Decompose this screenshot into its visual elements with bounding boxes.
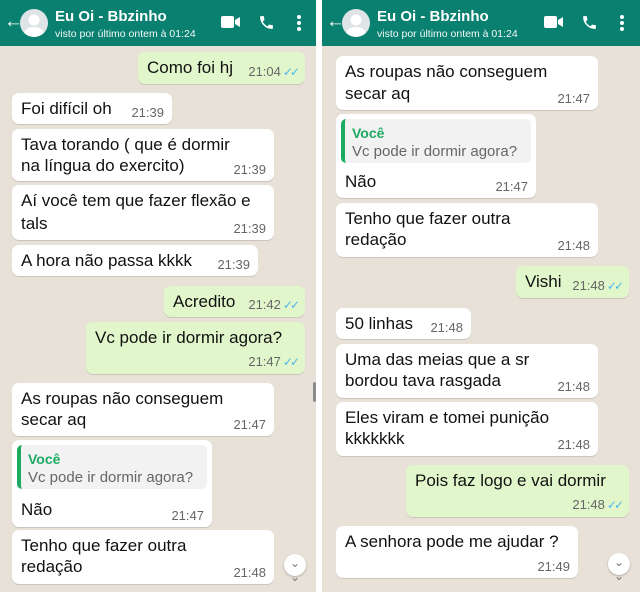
message-text: Como foi hj [147,58,233,77]
last-seen-status: visto por último ontem à 01:24 [377,28,518,40]
message-text: A hora não passa kkkk [21,251,193,270]
message-time: 21:47 [557,91,590,106]
double-check-icon: ✓✓ [282,298,300,312]
message-time: 21:39 [233,221,266,236]
avatar[interactable] [20,9,48,37]
double-check-icon: ✓✓ [606,279,624,293]
chat-header: ← Eu Oi - Bbzinho visto por último ontem… [322,0,640,46]
avatar[interactable] [342,9,370,37]
message-time: 21:42 ✓✓ [248,297,300,312]
message-text: Não [21,500,53,519]
message-text-line: tals [21,214,48,233]
video-camera-icon[interactable] [221,14,241,30]
more-vertical-icon[interactable] [619,14,625,32]
more-vertical-icon[interactable] [296,14,302,32]
incoming-message[interactable]: 50 linhas 21:48 [336,308,471,339]
message-text-line: As roupas não conseguem [345,62,548,81]
incoming-message[interactable]: A senhora pode me ajudar ? 21:49 [336,526,578,578]
message-text: Acredito [173,292,236,311]
incoming-message[interactable]: Tenho que fazer outra redação 21:48 [336,203,598,257]
quoted-text: Vc pode ir dormir agora? [28,469,194,486]
chevron-double-down-icon: ⌄ ⌄ [289,556,301,584]
last-seen-status: visto por último ontem à 01:24 [55,28,196,40]
outgoing-message[interactable]: Vc pode ir dormir agora? 21:47 ✓✓ [86,322,305,374]
contact-name[interactable]: Eu Oi - Bbzinho [377,8,489,25]
message-text-line: bordou tava rasgada [345,371,501,390]
message-time: 21:49 [537,559,570,574]
message-text-line: secar aq [345,84,411,103]
message-text-line: redação [21,557,83,576]
message-text-line: Eles viram e tomei punição [345,408,550,427]
message-time: 21:48 [557,437,590,452]
message-text-line: As roupas não conseguem [21,389,224,408]
incoming-message[interactable]: As roupas não conseguem secar aq 21:47 [336,56,598,110]
message-time: 21:48 [430,320,463,335]
message-text: Pois faz logo e vai dormir [415,471,606,490]
outgoing-message[interactable]: Vishi 21:48 ✓✓ [516,266,629,298]
double-check-icon: ✓✓ [606,498,624,512]
quoted-text: Vc pode ir dormir agora? [352,143,518,160]
outgoing-message[interactable]: Acredito 21:42 ✓✓ [164,286,305,317]
quoted-message[interactable]: Você Vc pode ir dormir agora? [17,445,207,489]
contact-name[interactable]: Eu Oi - Bbzinho [55,8,167,25]
phone-icon[interactable] [258,14,275,31]
scroll-to-bottom-button[interactable]: ⌄ ⌄ [284,554,306,584]
message-time: 21:39 [131,105,164,120]
message-text: 50 linhas [345,314,414,333]
incoming-message[interactable]: Uma das meias que a sr bordou tava rasga… [336,344,598,398]
message-time: 21:39 [217,257,250,272]
video-camera-icon[interactable] [544,14,564,30]
message-time: 21:48 [557,379,590,394]
chat-screenshot-left: ← Eu Oi - Bbzinho visto por último ontem… [0,0,316,592]
incoming-reply-message[interactable]: Você Vc pode ir dormir agora? Não 21:47 [336,114,536,198]
message-time: 21:48 ✓✓ [572,497,624,512]
message-text-line: Tenho que fazer outra [345,209,511,228]
message-text: Não [345,172,377,191]
message-text-line: Tenho que fazer outra [21,536,187,555]
message-time: 21:48 [233,565,266,580]
scroll-to-bottom-button[interactable]: ⌄ ⌄ [608,553,630,583]
message-text-line: redação [345,230,407,249]
message-text-line: secar aq [21,410,87,429]
incoming-message[interactable]: As roupas não conseguem secar aq 21:47 [12,383,274,436]
message-time: 21:39 [233,162,266,177]
phone-icon[interactable] [581,14,598,31]
incoming-message[interactable]: Eles viram e tomei punição kkkkkkk 21:48 [336,402,598,456]
double-check-icon: ✓✓ [282,355,300,369]
message-text: Vc pode ir dormir agora? [95,328,283,347]
outgoing-message[interactable]: Pois faz logo e vai dormir 21:48 ✓✓ [406,465,629,517]
chevron-double-down-icon: ⌄ ⌄ [613,555,625,583]
message-time: 21:47 [233,417,266,432]
chat-screenshot-right: ← Eu Oi - Bbzinho visto por último ontem… [322,0,640,592]
incoming-reply-message[interactable]: Você Vc pode ir dormir agora? Não 21:47 [12,440,212,527]
incoming-message[interactable]: Tenho que fazer outra redação 21:48 [12,530,274,584]
incoming-message[interactable]: Aí você tem que fazer flexão e tals 21:3… [12,185,274,240]
incoming-message[interactable]: Tava torando ( que é dormir na língua do… [12,129,274,181]
quoted-message[interactable]: Você Vc pode ir dormir agora? [341,119,531,163]
message-text: A senhora pode me ajudar ? [345,532,559,551]
message-text-line: na língua do exercito) [21,156,185,175]
message-text-line: Uma das meias que a sr [345,350,530,369]
message-time: 21:47 [495,179,528,194]
incoming-message[interactable]: Foi difícil oh 21:39 [12,93,172,124]
outgoing-message[interactable]: Como foi hj 21:04 ✓✓ [138,52,305,84]
message-text: Vishi [525,272,562,291]
message-time: 21:48 ✓✓ [572,278,624,293]
chat-header: ← Eu Oi - Bbzinho visto por último ontem… [0,0,316,46]
incoming-message[interactable]: A hora não passa kkkk 21:39 [12,245,258,276]
message-time: 21:48 [557,238,590,253]
message-text-line: kkkkkkk [345,429,405,448]
message-time: 21:47 [171,508,204,523]
message-text-line: Tava torando ( que é dormir [21,135,230,154]
double-check-icon: ✓✓ [282,65,300,79]
message-text-line: Aí você tem que fazer flexão e [21,191,251,210]
message-time: 21:04 ✓✓ [248,64,300,79]
message-time: 21:47 ✓✓ [248,354,300,369]
message-text: Foi difícil oh [21,99,112,118]
